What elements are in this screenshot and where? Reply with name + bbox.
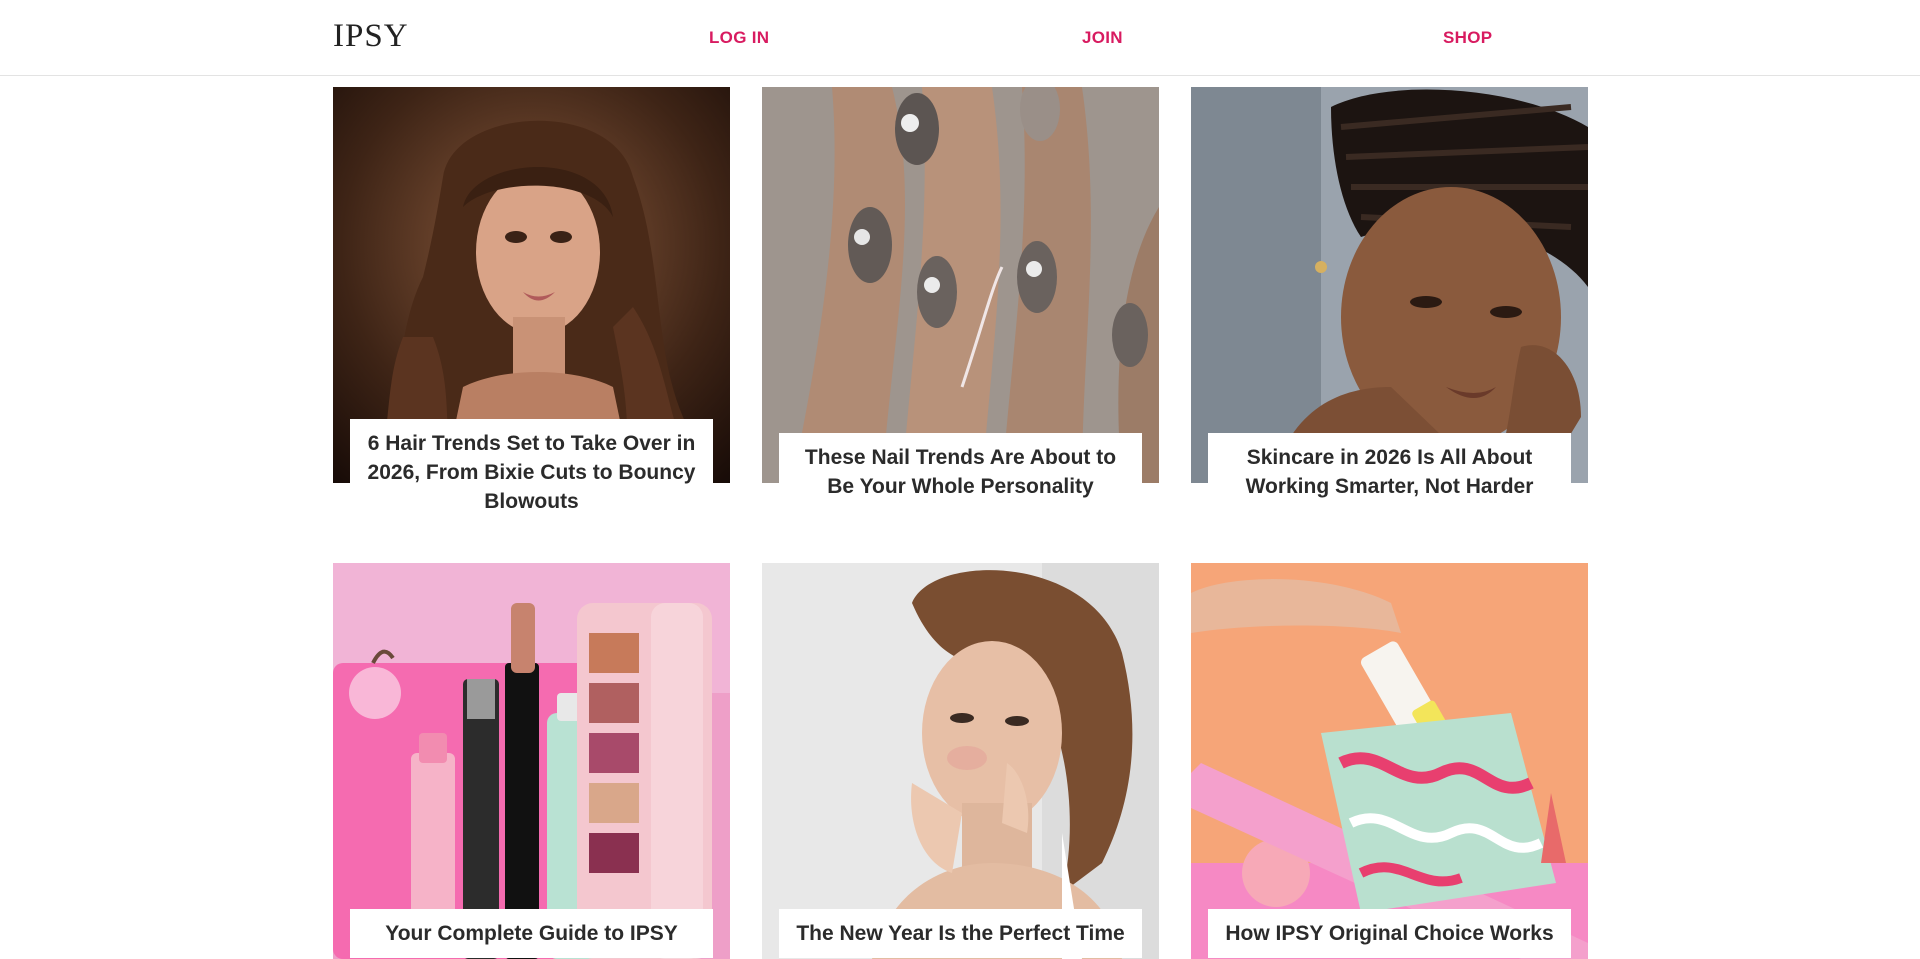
- article-title[interactable]: These Nail Trends Are About to Be Your W…: [779, 433, 1142, 511]
- ipsy-logo[interactable]: IPSY: [333, 18, 409, 55]
- nav-log-in[interactable]: LOG IN: [709, 28, 769, 48]
- article-image-product-flatlay[interactable]: [333, 563, 730, 959]
- nav-shop[interactable]: SHOP: [1443, 28, 1492, 48]
- nav-join[interactable]: JOIN: [1082, 28, 1123, 48]
- article-image-woman-skin[interactable]: [762, 563, 1159, 959]
- site-header: IPSY LOG IN JOIN SHOP: [0, 0, 1920, 76]
- article-image-skincare-portrait[interactable]: [1191, 87, 1588, 483]
- article-image-nails[interactable]: [762, 87, 1159, 483]
- article-title[interactable]: 6 Hair Trends Set to Take Over in 2026, …: [350, 419, 713, 526]
- article-image-ipsy-bag[interactable]: [1191, 563, 1588, 959]
- article-title[interactable]: Skincare in 2026 Is All About Working Sm…: [1208, 433, 1571, 511]
- article-title[interactable]: The New Year Is the Perfect Time: [779, 909, 1142, 958]
- article-title[interactable]: Your Complete Guide to IPSY: [350, 909, 713, 958]
- article-title[interactable]: How IPSY Original Choice Works: [1208, 909, 1571, 958]
